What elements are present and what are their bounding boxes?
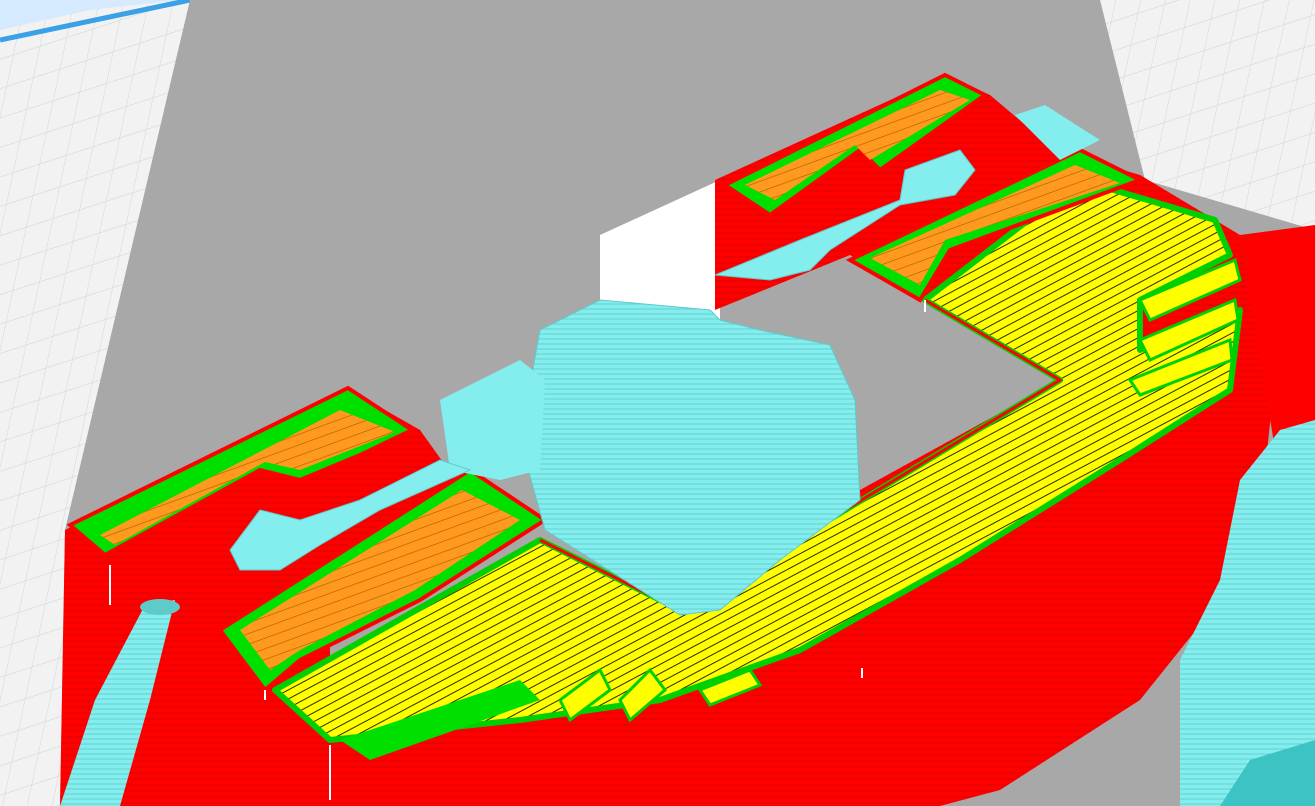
layer-view-viewport[interactable] bbox=[0, 0, 1315, 806]
scene-canvas[interactable] bbox=[0, 0, 1315, 806]
